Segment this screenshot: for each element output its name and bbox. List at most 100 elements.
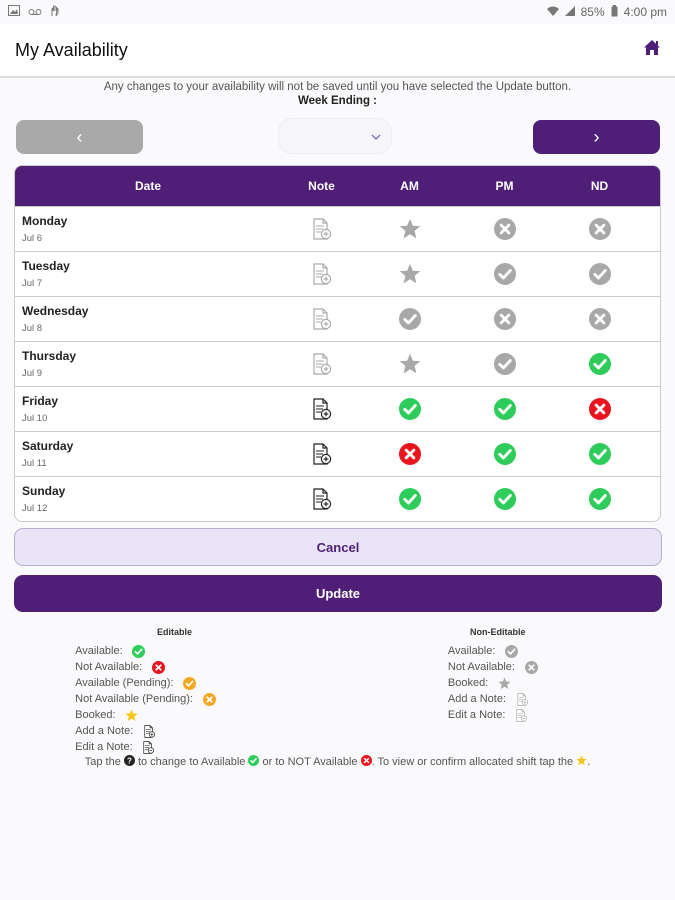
available-icon[interactable]	[588, 353, 611, 375]
date-cell: Wednesday Jul 8	[15, 304, 281, 334]
pm-cell[interactable]	[457, 263, 552, 285]
not-available-icon[interactable]	[398, 443, 421, 465]
week-ending-select[interactable]	[278, 118, 392, 154]
legend-label: Booked:	[75, 709, 116, 721]
table-row: Saturday Jul 11	[15, 431, 660, 476]
availability-table: Date Note AM PM ND Monday Jul 6 Tuesday …	[14, 165, 661, 522]
next-week-button[interactable]: ›	[533, 120, 660, 154]
add-note-icon[interactable]	[311, 263, 333, 285]
available-icon[interactable]	[493, 263, 516, 285]
add-note-icon[interactable]	[311, 308, 333, 330]
add-note-icon	[514, 691, 530, 707]
note-cell[interactable]	[281, 443, 362, 465]
legend-item: Available:	[448, 643, 539, 659]
available-icon	[131, 643, 147, 659]
edit-note-icon	[513, 707, 529, 723]
previous-week-button[interactable]: ‹	[16, 120, 143, 154]
legend-label: Not Available:	[447, 661, 515, 673]
date-cell: Monday Jul 6	[15, 214, 281, 244]
nd-cell[interactable]	[552, 398, 647, 420]
am-cell[interactable]	[362, 398, 457, 420]
available-icon[interactable]	[493, 443, 516, 465]
nd-cell[interactable]	[552, 488, 647, 510]
am-cell[interactable]	[362, 353, 457, 375]
add-note-icon	[141, 723, 157, 739]
not-available-icon[interactable]	[588, 398, 611, 420]
day-name: Thursday	[22, 349, 77, 363]
pm-cell[interactable]	[457, 353, 552, 375]
available-icon[interactable]	[493, 398, 516, 420]
available-icon[interactable]	[588, 488, 611, 510]
table-body: Monday Jul 6 Tuesday Jul 7 Wednesday Jul…	[15, 206, 660, 521]
add-note-icon[interactable]	[311, 218, 333, 240]
am-cell[interactable]	[362, 488, 457, 510]
booked-icon	[124, 707, 140, 723]
pm-cell[interactable]	[457, 308, 552, 330]
add-note-icon[interactable]	[311, 353, 333, 375]
note-cell[interactable]	[281, 263, 362, 285]
pm-cell[interactable]	[457, 443, 552, 465]
pm-cell[interactable]	[457, 488, 552, 510]
day-date: Jul 9	[22, 368, 43, 379]
legend-editable: Available: Not Available: Available (Pendi…	[75, 643, 217, 755]
available-icon[interactable]	[493, 353, 516, 375]
question-icon: ?	[123, 755, 135, 766]
nd-cell[interactable]	[552, 263, 647, 285]
am-cell[interactable]	[362, 443, 457, 465]
note-cell[interactable]	[281, 353, 362, 375]
add-note-icon[interactable]	[311, 398, 333, 420]
am-cell[interactable]	[362, 218, 457, 240]
svg-text:?: ?	[127, 757, 132, 766]
legend-noneditable-title: Non-Editable	[470, 627, 526, 637]
legend-item: Not Available:	[75, 659, 217, 675]
note-cell[interactable]	[281, 218, 362, 240]
update-button[interactable]: Update	[14, 575, 662, 612]
note-cell[interactable]	[281, 488, 362, 510]
available-icon[interactable]	[493, 488, 516, 510]
date-cell: Saturday Jul 11	[15, 439, 281, 469]
nd-cell[interactable]	[552, 443, 647, 465]
day-date: Jul 12	[22, 503, 48, 514]
note-cell[interactable]	[281, 398, 362, 420]
battery-icon	[611, 4, 618, 20]
nd-cell[interactable]	[552, 308, 647, 330]
booked-icon	[496, 675, 512, 691]
add-note-icon[interactable]	[311, 443, 333, 465]
page-title: My Availability	[15, 39, 128, 60]
not-available-icon[interactable]	[588, 218, 611, 240]
table-header: Date Note AM PM ND	[15, 166, 660, 206]
not-available-icon	[150, 659, 166, 675]
nd-cell[interactable]	[552, 218, 647, 240]
day-date: Jul 8	[22, 323, 43, 334]
date-cell: Tuesday Jul 7	[15, 259, 281, 289]
add-note-icon[interactable]	[311, 488, 333, 510]
date-cell: Sunday Jul 12	[15, 484, 281, 514]
available-icon[interactable]	[398, 308, 421, 330]
home-icon[interactable]	[643, 39, 661, 61]
table-row: Monday Jul 6	[15, 206, 660, 251]
date-cell: Friday Jul 10	[15, 394, 281, 424]
table-row: Thursday Jul 9	[15, 341, 660, 386]
booked-icon[interactable]	[399, 263, 421, 285]
not-available-icon[interactable]	[588, 308, 611, 330]
booked-icon[interactable]	[399, 218, 421, 240]
available-icon[interactable]	[398, 488, 421, 510]
available-icon[interactable]	[398, 398, 421, 420]
note-cell[interactable]	[281, 308, 362, 330]
pm-cell[interactable]	[457, 218, 552, 240]
booked-icon[interactable]	[399, 353, 421, 375]
am-cell[interactable]	[362, 263, 457, 285]
pm-cell[interactable]	[457, 398, 552, 420]
available-icon[interactable]	[588, 443, 611, 465]
am-cell[interactable]	[362, 308, 457, 330]
legend-noneditable: Available: Not Available: Booked: Add a Not…	[448, 643, 539, 723]
not-available-icon[interactable]	[493, 218, 516, 240]
not-available-icon[interactable]	[493, 308, 516, 330]
available-icon[interactable]	[588, 263, 611, 285]
nd-cell[interactable]	[552, 353, 647, 375]
header-nd: ND	[590, 179, 609, 193]
header-note: Note	[308, 179, 335, 193]
cancel-button[interactable]: Cancel	[14, 528, 662, 566]
clock-time: 4:00 pm	[623, 5, 667, 19]
table-row: Tuesday Jul 7	[15, 251, 660, 296]
